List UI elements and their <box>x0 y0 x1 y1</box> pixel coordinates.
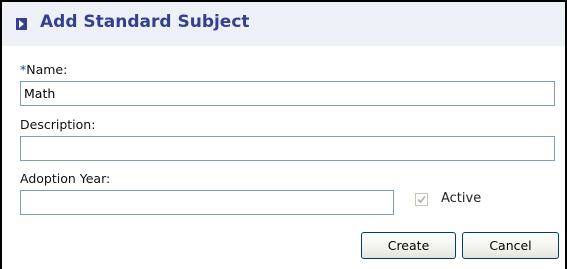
checkmark-icon <box>417 195 426 204</box>
name-label-text: Name: <box>26 62 68 77</box>
name-label: *Name: <box>20 62 67 77</box>
name-input[interactable] <box>20 81 555 106</box>
cancel-button[interactable]: Cancel <box>462 232 559 259</box>
expand-arrow-icon <box>16 18 27 30</box>
description-label: Description: <box>20 117 96 132</box>
description-input[interactable] <box>20 136 555 161</box>
adoption-year-input[interactable] <box>20 190 394 215</box>
active-label: Active <box>441 191 482 206</box>
dialog-header: Add Standard Subject <box>2 2 565 46</box>
active-checkbox[interactable] <box>415 193 428 206</box>
adoption-year-label: Adoption Year: <box>20 171 111 186</box>
create-button[interactable]: Create <box>361 232 456 259</box>
dialog-title: Add Standard Subject <box>40 12 250 32</box>
